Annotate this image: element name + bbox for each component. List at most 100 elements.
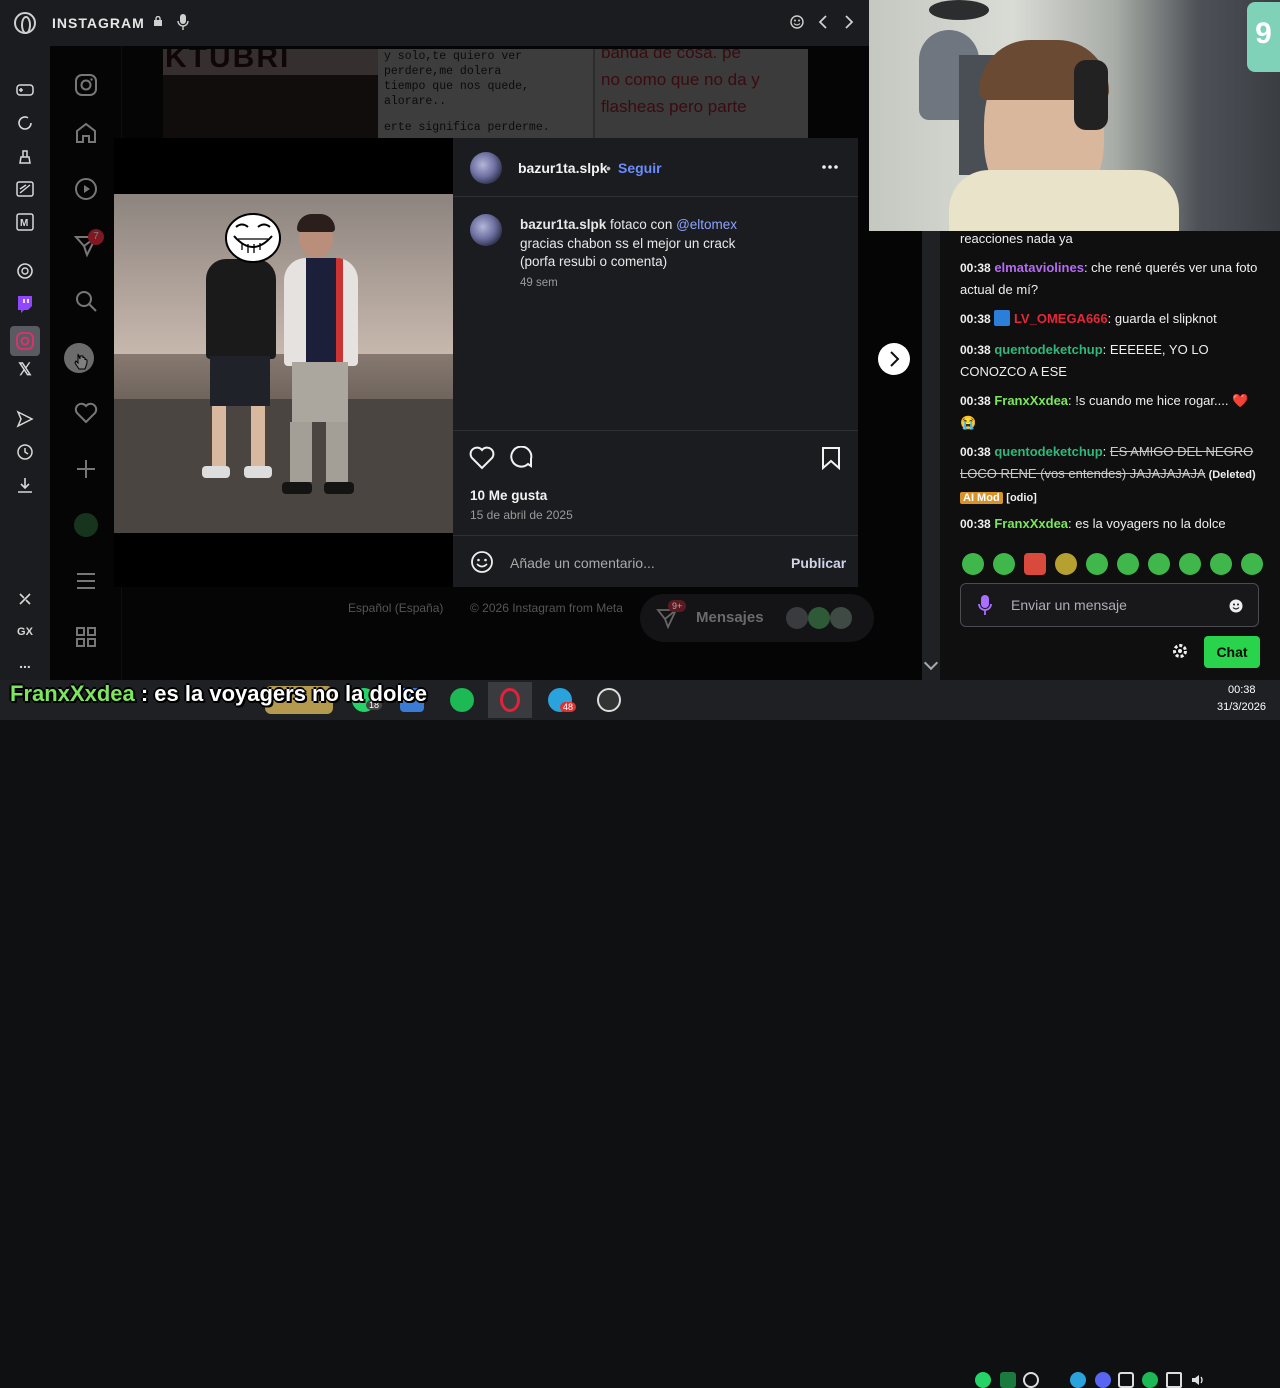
chat-username[interactable]: FranxXxdea [994, 393, 1068, 408]
emote-icon[interactable] [1024, 553, 1046, 575]
caption-text: fotaco con [606, 217, 677, 232]
network-icon[interactable] [1166, 1372, 1182, 1388]
clock-date[interactable]: 31/3/2026 [1217, 701, 1266, 713]
chat-timestamp: 00:38 [960, 517, 991, 531]
emote-icon[interactable] [962, 553, 984, 575]
chat-message-text: es la voyagers no la dolce [1075, 516, 1226, 531]
forward-arrow-icon[interactable] [842, 14, 856, 30]
emoji-picker-icon[interactable] [470, 550, 494, 574]
bookmark-icon[interactable] [820, 446, 842, 470]
telegram-tray-icon[interactable] [1070, 1372, 1086, 1388]
emote-icon[interactable] [1055, 553, 1077, 575]
chat-message-text: reacciones nada ya [960, 231, 1073, 246]
next-post-button[interactable] [878, 343, 910, 375]
publish-button[interactable]: Publicar [791, 555, 846, 571]
history-icon[interactable] [14, 441, 36, 463]
emote-icon[interactable] [1117, 553, 1139, 575]
opera-logo-icon[interactable] [14, 12, 36, 34]
chatgpt-icon[interactable] [14, 260, 36, 282]
chat-mic-icon[interactable] [978, 595, 992, 615]
emote-icon[interactable] [1148, 553, 1170, 575]
chat-username[interactable]: elmataviolines [994, 260, 1084, 275]
more-options-icon[interactable] [821, 164, 839, 170]
chevron-right-icon [890, 351, 900, 367]
volume-icon[interactable] [1190, 1372, 1206, 1388]
comment-icon[interactable] [509, 446, 535, 470]
webcam-corner-badge: 9 [1247, 2, 1280, 72]
discord-tray-icon[interactable] [1095, 1372, 1111, 1388]
caption-username[interactable]: bazur1ta.slpk [520, 217, 606, 232]
messages-pill[interactable]: 9+ Mensajes [640, 594, 874, 642]
twitch-chat: reacciones nada ya 00:38 elmataviolines:… [940, 231, 1280, 680]
download-icon[interactable] [14, 474, 36, 496]
extensions-icon[interactable] [14, 588, 36, 610]
author-username[interactable]: bazur1ta.slpk [518, 160, 607, 176]
microphone-icon[interactable] [177, 14, 189, 30]
footer-copyright: © 2026 Instagram from Meta [470, 601, 623, 615]
emote-icon[interactable] [1179, 553, 1201, 575]
cleaner-icon[interactable] [14, 145, 36, 167]
obs-taskbar-icon[interactable] [597, 688, 621, 712]
overlay-username: FranxXxdea [10, 681, 135, 706]
comment-input[interactable]: Añade un comentario... [510, 555, 655, 571]
chat-timestamp: 00:38 [960, 445, 991, 459]
separator-dot: • [606, 160, 611, 176]
telegram-badge: 48 [560, 702, 577, 712]
emoji-icon[interactable] [790, 15, 804, 29]
twitch-icon[interactable] [14, 293, 36, 315]
mod-m-icon[interactable]: M [14, 211, 36, 233]
x-twitter-icon[interactable]: 𝕏 [14, 359, 36, 381]
chat-username[interactable]: FranxXxdea [994, 516, 1068, 531]
emote-icon[interactable] [1086, 553, 1108, 575]
footer-language[interactable]: Español (España) [348, 601, 443, 615]
gx-label[interactable]: GX [14, 621, 36, 643]
chat-username[interactable]: quentodeketchup [994, 444, 1102, 459]
tray-app-icon[interactable] [1023, 1372, 1039, 1388]
caption-avatar[interactable] [470, 214, 502, 246]
tray-app-icon[interactable] [1000, 1372, 1016, 1388]
send-icon[interactable] [14, 408, 36, 430]
caption-mention[interactable]: @eltomex [676, 217, 737, 232]
opera-sidebar: M 𝕏 GX ... [0, 46, 50, 680]
spotify-taskbar-icon[interactable] [450, 688, 474, 712]
tab-title: INSTAGRAM [52, 15, 145, 31]
chat-input[interactable]: Enviar un mensaje [960, 583, 1259, 627]
chat-username[interactable]: quentodeketchup [994, 342, 1102, 357]
chat-message-deleted: 00:38 quentodeketchup: ES AMIGO DEL NEGR… [960, 444, 1256, 504]
chat-message: 00:38 FranxXxdea: !s cuando me hice roga… [960, 393, 1249, 430]
chat-send-button[interactable]: Chat [1204, 636, 1260, 668]
whatsapp-tray-icon[interactable] [975, 1372, 991, 1388]
more-icon[interactable]: ... [14, 652, 36, 674]
webcam-feed [869, 0, 1280, 231]
caption-timestamp: 49 sem [520, 277, 558, 289]
likes-count[interactable]: 10 Me gusta [470, 488, 547, 503]
messages-badge: 9+ [668, 600, 687, 612]
messages-label: Mensajes [696, 609, 764, 626]
emote-bar [962, 553, 1263, 575]
opera-gx-taskbar-button[interactable] [488, 682, 532, 718]
emote-icon[interactable] [1210, 553, 1232, 575]
browser-toolbar: INSTAGRAM [0, 0, 940, 46]
follow-button[interactable]: Seguir [618, 160, 662, 176]
post-details-panel: bazur1ta.slpk • Seguir bazur1ta.slpk fot… [453, 138, 858, 587]
chat-emote-picker-icon[interactable] [1229, 599, 1243, 613]
emote-icon[interactable] [993, 553, 1015, 575]
instagram-sidebar-icon[interactable] [10, 326, 40, 356]
scroll-down-icon[interactable] [923, 655, 939, 671]
chat-username[interactable]: LV_OMEGA666 [1014, 311, 1108, 326]
author-avatar[interactable] [470, 152, 502, 184]
chat-message: 00:38 elmataviolines: che rené querés ve… [960, 260, 1258, 297]
like-heart-icon[interactable] [469, 446, 495, 470]
back-arrow-icon[interactable] [816, 14, 830, 30]
gamepad-icon[interactable] [14, 79, 36, 101]
speed-dial-icon[interactable] [14, 112, 36, 134]
limiter-icon[interactable] [14, 178, 36, 200]
settings-gear-icon[interactable] [1172, 643, 1188, 659]
svg-text:M: M [20, 218, 28, 229]
spotify-tray-icon[interactable] [1142, 1372, 1158, 1388]
caption-text-line: gracias chabon ss el mejor un crack [520, 235, 736, 251]
post-photo[interactable] [114, 194, 453, 533]
tray-app-icon[interactable] [1118, 1372, 1134, 1388]
clock-time[interactable]: 00:38 [1228, 684, 1256, 696]
emote-icon[interactable] [1241, 553, 1263, 575]
